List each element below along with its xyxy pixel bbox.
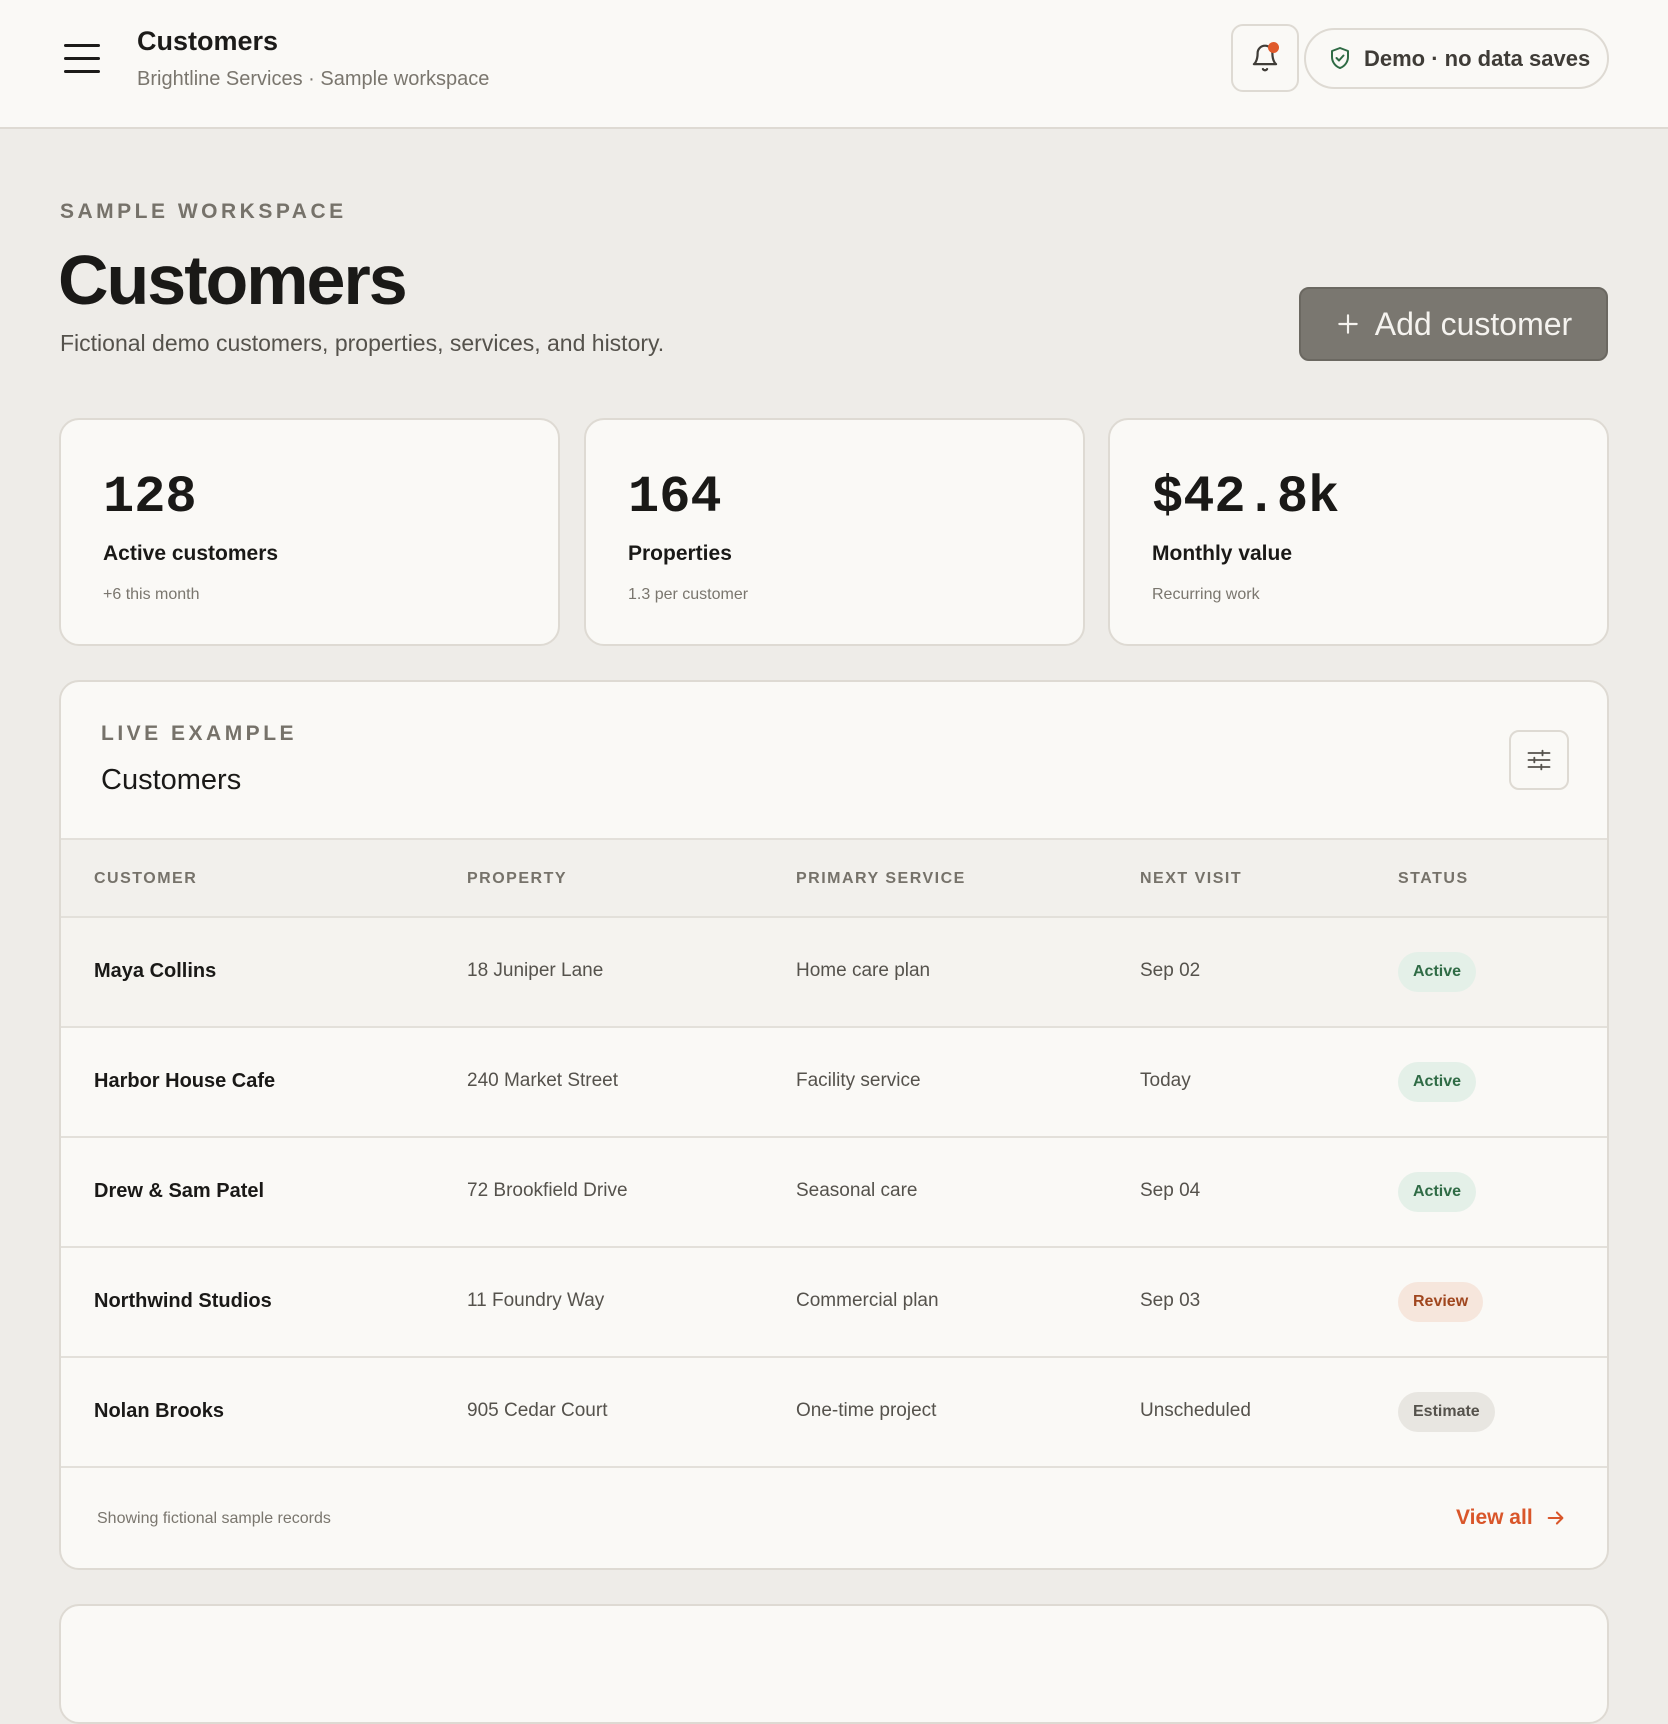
notifications-button[interactable] bbox=[1231, 24, 1299, 92]
stat-label: Monthly value bbox=[1152, 542, 1293, 565]
status-badge: Review bbox=[1398, 1282, 1484, 1322]
page-eyebrow: SAMPLE WORKSPACE bbox=[60, 200, 347, 223]
customer-name[interactable]: Drew & Sam Patel bbox=[94, 1180, 264, 1203]
table-row[interactable]: Harbor House Cafe 240 Market Street Faci… bbox=[61, 1028, 1607, 1138]
next-visit: Today bbox=[1140, 1070, 1191, 1091]
page-title: Customers bbox=[58, 241, 408, 319]
property-address: 18 Juniper Lane bbox=[467, 960, 604, 981]
stat-card-monthly-value: $42.8k Monthly value Recurring work bbox=[1108, 418, 1609, 646]
stat-label: Properties bbox=[628, 542, 732, 565]
customers-panel: LIVE EXAMPLE Customers CUSTOMER PROPERTY… bbox=[59, 680, 1609, 1570]
column-header-property[interactable]: PROPERTY bbox=[467, 870, 567, 888]
add-customer-label: Add customer bbox=[1374, 305, 1573, 342]
customer-name[interactable]: Northwind Studios bbox=[94, 1290, 272, 1313]
property-address: 11 Foundry Way bbox=[467, 1290, 605, 1311]
next-visit: Sep 03 bbox=[1140, 1290, 1201, 1311]
status-badge: Active bbox=[1398, 1172, 1477, 1212]
next-section-card bbox=[59, 1604, 1609, 1724]
status-badge: Active bbox=[1398, 1062, 1477, 1102]
stat-sub: 1.3 per customer bbox=[628, 586, 749, 603]
table-footer-note: Showing fictional sample records bbox=[97, 1510, 331, 1527]
property-address: 905 Cedar Court bbox=[467, 1400, 608, 1421]
stat-value: $42.8k bbox=[1152, 468, 1340, 527]
property-address: 240 Market Street bbox=[467, 1070, 619, 1091]
property-address: 72 Brookfield Drive bbox=[467, 1180, 628, 1201]
panel-title: Customers bbox=[101, 764, 242, 796]
table-row[interactable]: Nolan Brooks 905 Cedar Court One-time pr… bbox=[61, 1358, 1607, 1468]
primary-service: Seasonal care bbox=[796, 1180, 918, 1201]
stat-value: 164 bbox=[628, 468, 722, 527]
demo-mode-label: Demo · no data saves bbox=[1364, 45, 1591, 71]
column-header-status[interactable]: STATUS bbox=[1398, 870, 1469, 888]
stat-value: 128 bbox=[103, 468, 197, 527]
top-bar-subtitle: Brightline Services · Sample workspace bbox=[137, 68, 490, 90]
column-header-primary-service[interactable]: PRIMARY SERVICE bbox=[796, 870, 966, 888]
table-row[interactable]: Maya Collins 18 Juniper Lane Home care p… bbox=[61, 918, 1607, 1028]
top-bar: Customers Brightline Services · Sample w… bbox=[0, 0, 1668, 129]
stat-sub: +6 this month bbox=[103, 586, 200, 603]
arrow-right-icon bbox=[1547, 1511, 1564, 1525]
table-row[interactable]: Northwind Studios 11 Foundry Way Commerc… bbox=[61, 1248, 1607, 1358]
demo-mode-badge[interactable]: Demo · no data saves bbox=[1304, 28, 1609, 89]
status-badge: Estimate bbox=[1398, 1392, 1495, 1432]
stat-card-active-customers: 128 Active customers +6 this month bbox=[59, 418, 560, 646]
sliders-icon bbox=[1527, 749, 1551, 771]
customer-name[interactable]: Nolan Brooks bbox=[94, 1400, 224, 1423]
menu-icon bbox=[64, 43, 100, 47]
top-bar-title: Customers bbox=[137, 26, 279, 56]
shield-check-icon bbox=[1331, 46, 1349, 69]
menu-button[interactable] bbox=[56, 32, 108, 84]
page-description: Fictional demo customers, properties, se… bbox=[60, 330, 665, 356]
panel-eyebrow: LIVE EXAMPLE bbox=[101, 722, 298, 745]
stat-label: Active customers bbox=[103, 542, 279, 565]
status-badge: Active bbox=[1398, 952, 1477, 992]
primary-service: One-time project bbox=[796, 1400, 937, 1421]
view-all-label: View all bbox=[1456, 1506, 1533, 1529]
stat-sub: Recurring work bbox=[1152, 586, 1260, 603]
plus-icon bbox=[1338, 314, 1358, 334]
customer-name[interactable]: Harbor House Cafe bbox=[94, 1070, 275, 1093]
table-body: Maya Collins 18 Juniper Lane Home care p… bbox=[61, 918, 1607, 1468]
primary-service: Commercial plan bbox=[796, 1290, 939, 1311]
column-header-next-visit[interactable]: NEXT VISIT bbox=[1140, 870, 1242, 888]
table-row[interactable]: Drew & Sam Patel 72 Brookfield Drive Sea… bbox=[61, 1138, 1607, 1248]
next-visit: Unscheduled bbox=[1140, 1400, 1251, 1421]
filter-button[interactable] bbox=[1509, 730, 1569, 790]
column-header-customer[interactable]: CUSTOMER bbox=[94, 870, 197, 888]
next-visit: Sep 04 bbox=[1140, 1180, 1201, 1201]
add-customer-button[interactable]: Add customer bbox=[1299, 287, 1608, 361]
notification-dot bbox=[1268, 42, 1279, 53]
next-visit: Sep 02 bbox=[1140, 960, 1201, 981]
stat-card-properties: 164 Properties 1.3 per customer bbox=[584, 418, 1085, 646]
primary-service: Home care plan bbox=[796, 960, 931, 981]
customer-name[interactable]: Maya Collins bbox=[94, 960, 216, 983]
primary-service: Facility service bbox=[796, 1070, 921, 1091]
table-header: CUSTOMER PROPERTY PRIMARY SERVICE NEXT V… bbox=[61, 838, 1607, 918]
view-all-link[interactable]: View all bbox=[1456, 1506, 1567, 1530]
